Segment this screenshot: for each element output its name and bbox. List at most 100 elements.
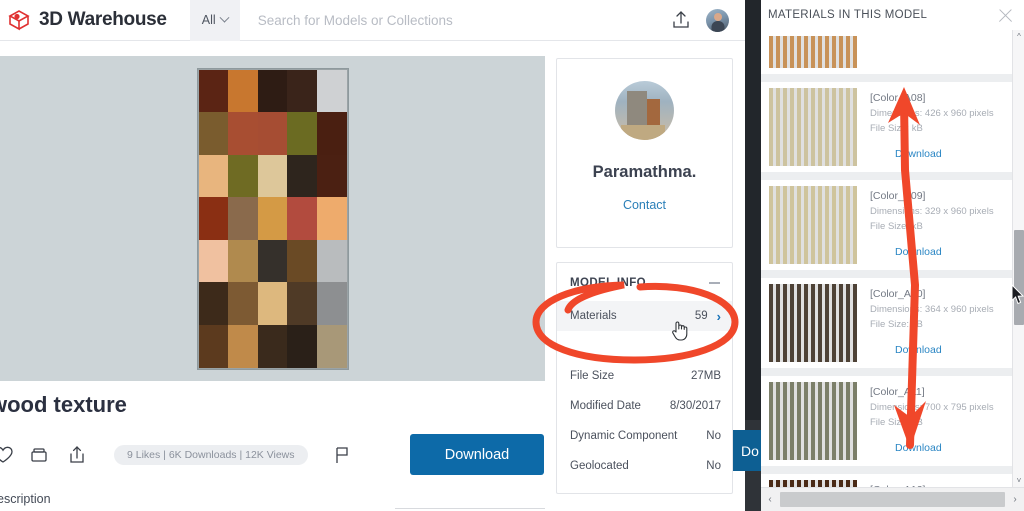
material-list-item[interactable]: [Color_A09] Dimensions: 329 x 960 pixels F…	[761, 180, 1013, 270]
material-meta: [Color_A08] Dimensions: 426 x 960 pixels F…	[857, 88, 1013, 166]
download-button[interactable]: Download	[410, 434, 544, 475]
material-name: [Color_A09]	[870, 190, 926, 202]
chevron-left-icon[interactable]: ‹	[761, 494, 779, 505]
collection-icon[interactable]	[26, 442, 52, 468]
texture-swatch	[316, 112, 347, 155]
model-info-row-materials[interactable]: Materials 59 ›	[557, 301, 732, 331]
materials-list[interactable]: Download [Color_A08] Dimensions: 426 x 960…	[761, 30, 1013, 487]
material-meta: [Color_A12]Dimensions: 265 x 663 pixels	[857, 480, 1013, 487]
material-meta: [Color_A10] Dimensions: 364 x 960 pixels F…	[857, 284, 1013, 362]
material-download-link[interactable]: Download	[895, 246, 942, 258]
texture-swatch	[198, 197, 229, 240]
chevron-right-icon[interactable]: ›	[1006, 494, 1024, 505]
search-scope-dropdown[interactable]: All	[189, 0, 240, 41]
texture-swatch	[287, 239, 317, 283]
texture-swatch	[228, 69, 258, 113]
chevron-right-icon[interactable]: ›	[717, 309, 721, 324]
texture-swatch	[316, 154, 347, 198]
brand-title: 3D Warehouse	[39, 9, 167, 30]
texture-swatch	[257, 282, 288, 325]
texture-swatch	[287, 197, 317, 240]
material-thumbnail	[769, 88, 857, 166]
texture-swatch	[228, 154, 258, 198]
contact-link[interactable]: Contact	[623, 198, 666, 212]
materials-panel-header: MATERIALS IN THIS MODEL	[761, 0, 1024, 30]
material-download-link[interactable]: Download	[895, 148, 942, 160]
user-avatar[interactable]	[706, 8, 729, 32]
material-thumbnail	[769, 480, 857, 487]
texture-swatch	[287, 112, 317, 155]
model-info-row-value: 27MB	[690, 370, 721, 382]
material-name: [Color_A08]	[870, 92, 926, 104]
texture-swatch	[257, 197, 288, 240]
horizontal-scroll-thumb[interactable]	[780, 492, 1005, 507]
model-info-row-label: Modified Date	[570, 400, 641, 412]
material-list-item[interactable]: [Color_A11] Dimensions: 700 x 795 pixels F…	[761, 376, 1013, 466]
material-dimensions: Dimensions: 426 x 960 pixels	[870, 108, 994, 119]
material-thumbnail	[769, 382, 857, 460]
material-file-size: File Size: kB	[870, 319, 923, 330]
texture-swatch	[257, 239, 288, 283]
model-info-row-value: 8/30/2017	[669, 400, 721, 412]
texture-swatch	[198, 282, 229, 325]
material-meta: [Color_A09] Dimensions: 329 x 960 pixels F…	[857, 186, 1013, 264]
search-input[interactable]	[257, 12, 670, 28]
texture-swatch	[287, 154, 317, 198]
texture-swatch	[198, 239, 229, 283]
materials-horizontal-scrollbar[interactable]: ‹ ›	[761, 487, 1024, 511]
material-list-item[interactable]: Download	[761, 30, 1013, 74]
model-info-row-modified-date: Modified Date 8/30/2017	[557, 391, 732, 421]
search-scope-label: All	[201, 13, 216, 27]
author-name: Paramathma.	[592, 163, 697, 181]
texture-swatch	[257, 154, 288, 198]
texture-swatch	[228, 282, 258, 325]
model-info-row-file-size: File Size 27MB	[557, 361, 732, 391]
material-download-link[interactable]: Download	[895, 344, 942, 356]
model-info-row-value: No	[706, 430, 721, 442]
texture-swatch	[228, 197, 258, 240]
flag-icon[interactable]	[330, 443, 354, 467]
material-list-item[interactable]: [Color_A08] Dimensions: 426 x 960 pixels F…	[761, 82, 1013, 172]
model-info-row-label: File Size	[570, 370, 615, 382]
material-file-size: File Size: kB	[870, 221, 923, 232]
author-avatar[interactable]	[615, 81, 674, 140]
texture-swatch	[316, 282, 347, 325]
chevron-up-icon[interactable]: ^	[1013, 30, 1024, 43]
texture-swatch	[257, 69, 288, 113]
chevron-down-icon[interactable]: ˅	[1013, 474, 1024, 487]
material-list-item[interactable]: [Color_A10] Dimensions: 364 x 960 pixels F…	[761, 278, 1013, 368]
model-info-row-value-group: No	[706, 460, 721, 472]
texture-swatch	[287, 282, 317, 325]
chevron-down-icon	[219, 12, 230, 23]
material-list-item[interactable]: [Color_A12]Dimensions: 265 x 663 pixels	[761, 474, 1013, 487]
material-dimensions: Dimensions: 329 x 960 pixels	[870, 206, 994, 217]
texture-swatch	[316, 324, 347, 368]
model-info-row-value-group: 59 ›	[695, 309, 721, 324]
material-thumbnail	[769, 36, 857, 68]
top-navigation-bar: 3D Warehouse All	[0, 0, 745, 41]
share-icon[interactable]	[64, 442, 90, 468]
texture-swatch	[287, 69, 317, 113]
material-file-size: File Size: kB	[870, 417, 923, 428]
model-info-header: MODEL INFO	[557, 277, 732, 289]
material-dimensions: Dimensions: 700 x 795 pixels	[870, 402, 994, 413]
materials-panel-heading: MATERIALS IN THIS MODEL	[768, 9, 928, 21]
vertical-scroll-thumb[interactable]	[1014, 230, 1024, 325]
model-preview-image[interactable]	[0, 56, 545, 381]
brand-home-link[interactable]: 3D Warehouse	[0, 7, 167, 33]
materials-vertical-scrollbar[interactable]: ^ ˅	[1012, 30, 1024, 487]
minus-icon[interactable]	[709, 282, 720, 284]
model-title-row: wood texture	[0, 392, 545, 418]
texture-swatch	[316, 197, 347, 240]
description-divider	[395, 508, 545, 509]
panel-divider-strip-upper	[745, 0, 761, 420]
texture-swatch	[198, 154, 229, 198]
close-icon[interactable]	[996, 6, 1015, 25]
material-thumbnail	[769, 284, 857, 362]
model-info-rows: Materials 59 › File Size 27MB Modified Date 8/…	[557, 301, 732, 481]
upload-icon[interactable]	[670, 9, 692, 31]
model-info-row-label: Dynamic Component	[570, 430, 678, 442]
heart-icon[interactable]	[0, 442, 16, 468]
material-download-link[interactable]: Download	[895, 442, 942, 454]
page-title: wood texture	[0, 392, 127, 417]
